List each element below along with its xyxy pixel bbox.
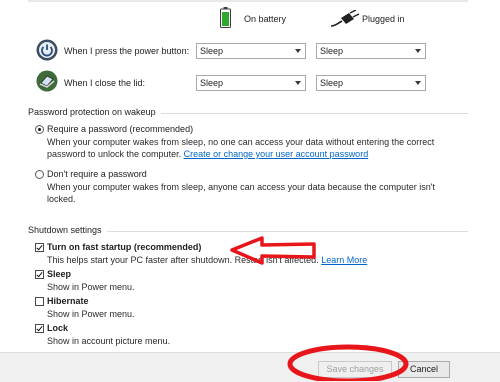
fast-startup-label[interactable]: Turn on fast startup (recommended) xyxy=(47,242,201,252)
require-password-desc-text: password to unlock the computer. xyxy=(47,149,182,159)
sleep-desc: Show in Power menu. xyxy=(47,282,135,292)
fast-startup-checkbox[interactable] xyxy=(35,243,44,252)
require-password-label[interactable]: Require a password (recommended) xyxy=(47,124,193,134)
lid-battery-value: Sleep xyxy=(200,78,224,88)
dont-require-password-desc-line1: When your computer wakes from sleep, any… xyxy=(47,182,435,192)
require-password-desc-line2: password to unlock the computer. Create … xyxy=(47,148,368,160)
password-section-title: Password protection on wakeup xyxy=(28,107,161,117)
chevron-down-icon xyxy=(295,49,301,53)
chevron-down-icon xyxy=(415,81,421,85)
plugged-in-header: Plugged in xyxy=(362,14,405,24)
change-password-link[interactable]: Create or change your user account passw… xyxy=(184,149,369,159)
dont-require-password-radio[interactable] xyxy=(35,170,44,179)
laptop-lid-icon xyxy=(36,70,58,92)
shutdown-section-title: Shutdown settings xyxy=(28,225,107,235)
learn-more-link[interactable]: Learn More xyxy=(321,255,367,265)
hibernate-label[interactable]: Hibernate xyxy=(47,296,89,306)
power-button-battery-value: Sleep xyxy=(200,46,224,56)
sleep-checkbox[interactable] xyxy=(35,270,44,279)
top-divider xyxy=(28,0,468,2)
require-password-desc-line1: When your computer wakes from sleep, no … xyxy=(47,137,435,147)
annotation-arrow xyxy=(230,236,316,265)
hibernate-checkbox[interactable] xyxy=(35,297,44,306)
plug-icon xyxy=(330,10,360,27)
dont-require-password-desc-line2: locked. xyxy=(47,194,76,204)
power-button-plugged-value: Sleep xyxy=(320,46,344,56)
require-password-radio[interactable] xyxy=(35,125,44,134)
annotation-ellipse xyxy=(287,344,409,381)
lid-plugged-value: Sleep xyxy=(320,78,344,88)
dont-require-password-label[interactable]: Don't require a password xyxy=(47,169,147,179)
lid-close-label: When I close the lid: xyxy=(64,78,146,88)
fast-startup-desc: This helps start your PC faster after sh… xyxy=(47,254,367,266)
chevron-down-icon xyxy=(415,49,421,53)
lock-desc: Show in account picture menu. xyxy=(47,336,171,346)
chevron-down-icon xyxy=(295,81,301,85)
hibernate-desc: Show in Power menu. xyxy=(47,309,135,319)
power-button-label: When I press the power button: xyxy=(64,46,190,56)
sleep-label[interactable]: Sleep xyxy=(47,269,71,279)
power-button-plugged-select[interactable]: Sleep xyxy=(316,43,426,59)
power-button-icon xyxy=(36,39,58,61)
lock-checkbox[interactable] xyxy=(35,324,44,333)
battery-icon xyxy=(220,7,231,28)
lid-plugged-select[interactable]: Sleep xyxy=(316,75,426,91)
power-button-battery-select[interactable]: Sleep xyxy=(196,43,306,59)
on-battery-header: On battery xyxy=(244,14,287,24)
lock-label[interactable]: Lock xyxy=(47,323,68,333)
lid-battery-select[interactable]: Sleep xyxy=(196,75,306,91)
